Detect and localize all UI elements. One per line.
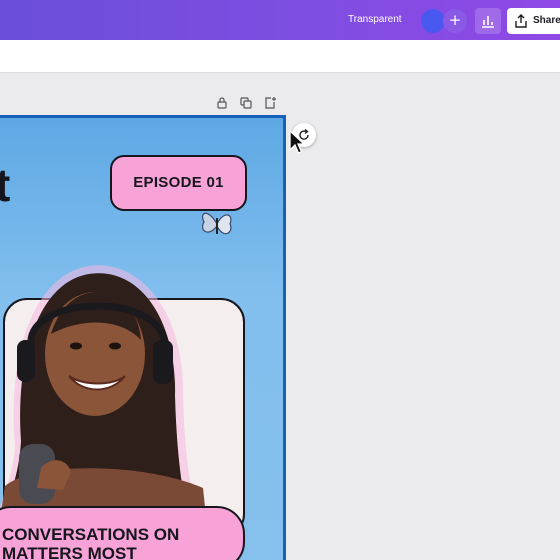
caption-line-2[interactable]: MATTERS MOST — [2, 544, 137, 560]
share-button[interactable]: Share — [507, 8, 560, 34]
podcaster-photo[interactable] — [0, 236, 253, 526]
editor-top-bar: Transparent + Share — [0, 0, 560, 40]
transparent-label[interactable]: Transparent — [348, 14, 402, 25]
insights-button[interactable] — [475, 8, 501, 34]
add-page-icon[interactable] — [263, 96, 277, 110]
lock-icon[interactable] — [215, 96, 229, 110]
share-icon — [515, 14, 527, 28]
caption-line-1[interactable]: CONVERSATIONS ON — [2, 525, 179, 545]
add-collaborator-button[interactable]: + — [443, 9, 467, 33]
avatar[interactable] — [421, 9, 445, 33]
context-toolbar — [0, 40, 560, 73]
pointer-cursor-icon — [289, 130, 305, 154]
bar-chart-icon — [482, 16, 494, 28]
duplicate-icon[interactable] — [239, 96, 253, 110]
episode-badge[interactable]: EPISODE 01 — [110, 155, 247, 211]
share-label: Share — [533, 15, 560, 26]
title-letter[interactable]: t — [0, 158, 10, 212]
design-page[interactable]: t EPISODE 01 CONVERSATIONS ON MATTERS MO… — [0, 115, 286, 560]
